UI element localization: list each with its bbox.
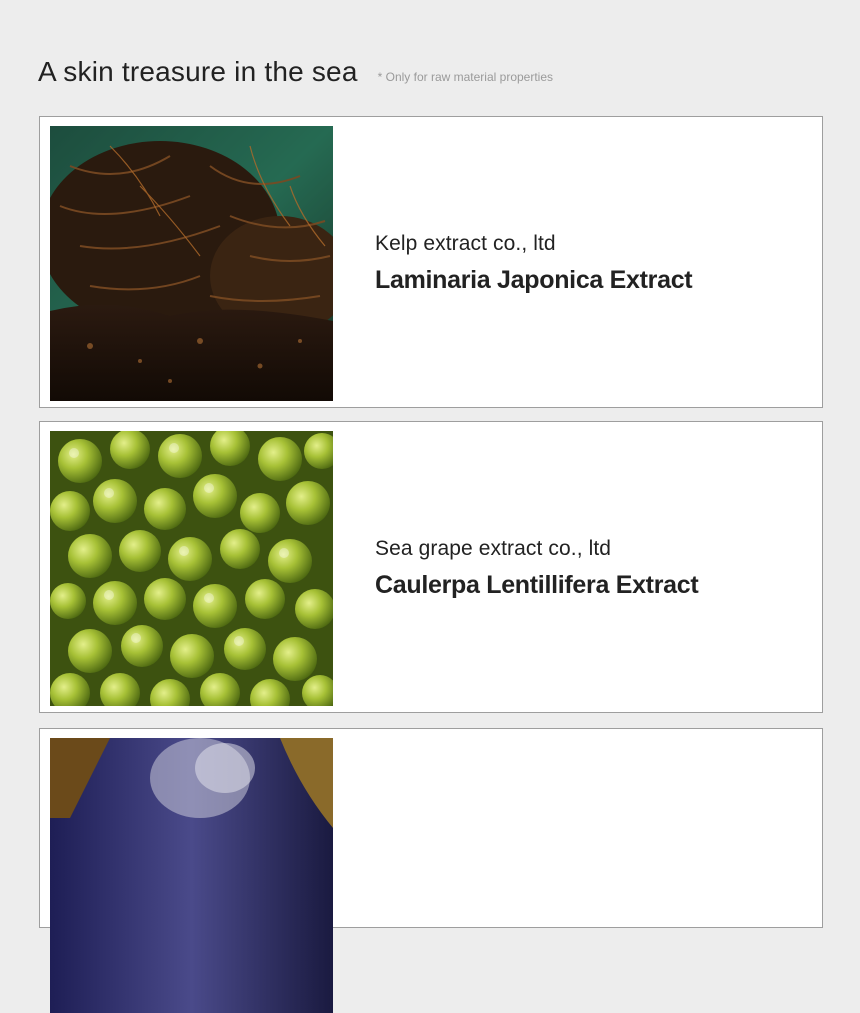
seaweed-photo bbox=[50, 738, 333, 1013]
ingredient-text: Sea grape extract co., ltd Caulerpa Lent… bbox=[375, 537, 699, 600]
extract-name: Caulerpa Lentillifera Extract bbox=[375, 571, 699, 599]
ingredient-card-third bbox=[39, 728, 823, 1013]
ingredient-card-sea-grape: Sea grape extract co., ltd Caulerpa Lent… bbox=[39, 421, 823, 713]
company-name: Sea grape extract co., ltd bbox=[375, 537, 612, 560]
section-header: A skin treasure in the sea * Only for ra… bbox=[38, 56, 553, 88]
kelp-photo bbox=[50, 126, 333, 401]
extract-name: Laminaria Japonica Extract bbox=[375, 266, 693, 294]
page-title: A skin treasure in the sea bbox=[38, 56, 358, 87]
disclaimer-note: * Only for raw material properties bbox=[377, 70, 554, 84]
company-name: Kelp extract co., ltd bbox=[375, 232, 556, 255]
ingredient-card-kelp: Kelp extract co., ltd Laminaria Japonica… bbox=[39, 116, 823, 408]
sea-grape-photo bbox=[50, 431, 333, 706]
ingredient-text: Kelp extract co., ltd Laminaria Japonica… bbox=[375, 232, 693, 295]
